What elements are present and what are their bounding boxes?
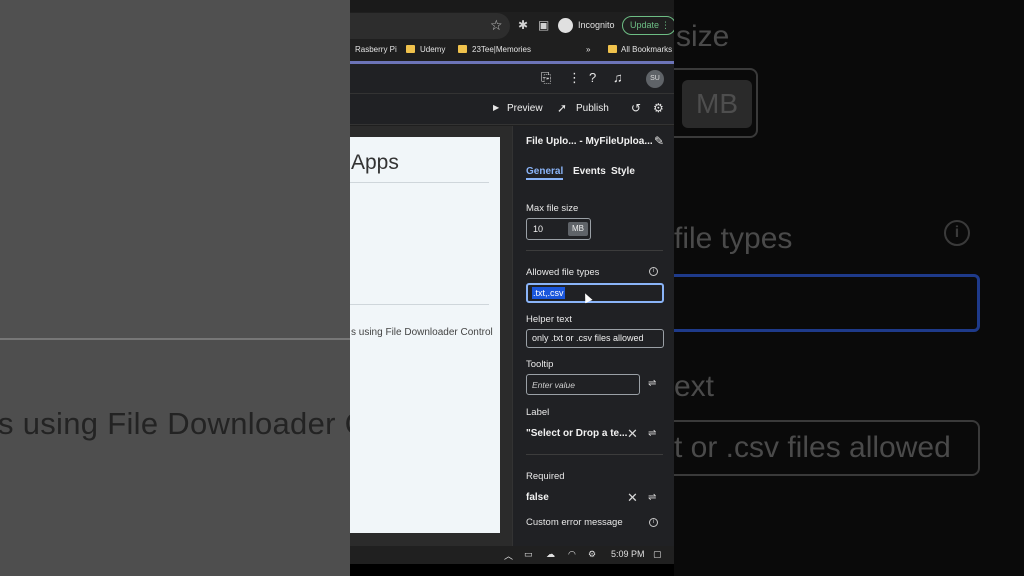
background-right: size MB file types i ext t or .csv files… [674, 0, 1024, 576]
wifi-icon[interactable]: ◠ [568, 549, 576, 560]
background-left-top [0, 0, 350, 340]
side-panel-icon[interactable]: ▣ [538, 18, 549, 32]
section-divider [526, 250, 663, 251]
bookmarks-overflow[interactable]: » [586, 45, 590, 54]
notification-icon[interactable]: ▢ [653, 549, 662, 560]
canvas-description: s using File Downloader Control [351, 327, 493, 338]
allowed-file-types-input[interactable]: .txt,.csv [526, 283, 664, 303]
background-left-text: s using File Downloader C [0, 406, 350, 441]
tab-events[interactable]: Events [573, 166, 606, 177]
update-button[interactable]: Update ⋮ [622, 16, 674, 35]
settings-icon[interactable]: ⚙ [588, 549, 596, 560]
app-header: ⎘ ⋮ ? ♫ SU [350, 64, 674, 94]
max-file-size-unit: MB [568, 222, 588, 236]
bell-icon[interactable]: ♫ [613, 70, 623, 85]
help-icon[interactable]: ? [589, 70, 596, 85]
feedback-icon[interactable]: ⎘ [541, 70, 551, 86]
info-icon[interactable]: i [649, 267, 658, 276]
preview-button[interactable]: Preview [507, 103, 543, 114]
clock-time[interactable]: 5:09 PM [611, 549, 645, 559]
bookmark-item[interactable]: Rasberry Pi [355, 45, 397, 54]
bookmark-star-icon[interactable]: ☆ [490, 17, 503, 34]
app-canvas: Apps s using File Downloader Control [350, 137, 500, 533]
background-info-icon: i [944, 220, 970, 246]
background-right-ext: ext [674, 370, 715, 403]
tooltip-label: Tooltip [526, 359, 554, 370]
more-vert-icon[interactable]: ⋮ [568, 70, 581, 86]
background-right-size: size [676, 20, 730, 53]
helper-text-label: Helper text [526, 314, 572, 325]
tab-general[interactable]: General [526, 166, 564, 180]
extensions-icon[interactable]: ✱ [518, 18, 528, 32]
tooltip-input[interactable]: Enter value [526, 374, 640, 395]
section-divider [526, 454, 663, 455]
binding-icon[interactable]: ⇌ [648, 378, 656, 389]
background-right-highlight-box [674, 274, 980, 332]
publish-button[interactable]: Publish [576, 103, 609, 114]
label-value[interactable]: "Select or Drop a te... [526, 428, 627, 439]
tab-style[interactable]: Style [611, 166, 635, 177]
play-icon: ▶ [493, 103, 500, 112]
background-right-file-types: file types [674, 222, 793, 255]
max-file-size-value: 10 [533, 224, 544, 234]
rocket-icon: ➚ [557, 101, 568, 115]
canvas-divider [350, 182, 489, 183]
label-label: Label [526, 407, 550, 418]
close-icon[interactable]: ✕ [627, 426, 638, 442]
required-label: Required [526, 471, 565, 482]
binding-icon[interactable]: ⇌ [648, 428, 656, 439]
bookmarks-bar: Rasberry Pi Udemy 23Tee|Memories » All B… [350, 40, 674, 61]
bookmark-item[interactable]: 23Tee|Memories [472, 45, 531, 54]
history-icon[interactable]: ↺ [631, 101, 641, 115]
cloud-icon[interactable]: ☁ [546, 549, 555, 560]
background-right-mb: MB [682, 80, 752, 128]
bookmark-item[interactable]: Udemy [420, 45, 445, 54]
helper-text-input[interactable]: only .txt or .csv files allowed [526, 329, 664, 348]
binding-icon[interactable]: ⇌ [648, 492, 656, 503]
folder-icon [608, 45, 617, 53]
max-file-size-label: Max file size [526, 203, 579, 214]
tooltip-placeholder: Enter value [532, 380, 575, 390]
battery-icon[interactable]: ▭ [524, 549, 533, 560]
update-label: Update [630, 20, 660, 30]
more-vert-icon[interactable]: ⋮ [661, 17, 670, 34]
gear-icon[interactable]: ⚙ [653, 101, 664, 115]
pencil-icon[interactable]: ✎ [654, 134, 664, 148]
folder-icon [458, 45, 467, 53]
screen: s using File Downloader C size MB file t… [0, 0, 1024, 576]
incognito-icon [558, 18, 573, 33]
background-left-divider [0, 338, 350, 340]
background-left: s using File Downloader C [0, 0, 350, 576]
chevron-up-icon[interactable]: ︿ [504, 549, 513, 562]
canvas-title: Apps [351, 151, 399, 174]
panel-title: File Uplo... - MyFileUploa... [526, 136, 653, 147]
bottom-bar [350, 564, 674, 576]
allowed-file-types-value: .txt,.csv [532, 287, 565, 299]
address-bar[interactable] [350, 13, 510, 39]
browser-titlebar [350, 0, 674, 12]
allowed-file-types-label: Allowed file types [526, 267, 600, 278]
taskbar: ︿ ▭ ☁ ◠ ⚙ 5:09 PM ▢ [350, 546, 674, 564]
app-window: ☆ ✱ ▣ Incognito Update ⋮ Rasberry Pi Ude… [350, 0, 674, 576]
close-icon[interactable]: ✕ [627, 490, 638, 506]
editor-toolbar: ▶ Preview ➚ Publish ↺ ⚙ [350, 94, 674, 125]
properties-panel: File Uplo... - MyFileUploa... ✎ General … [512, 126, 674, 546]
all-bookmarks[interactable]: All Bookmarks [621, 45, 672, 54]
background-right-allowed: t or .csv files allowed [674, 431, 951, 464]
info-icon[interactable]: i [649, 518, 658, 527]
helper-text-value: only .txt or .csv files allowed [532, 333, 644, 343]
required-value[interactable]: false [526, 492, 549, 503]
folder-icon [406, 45, 415, 53]
max-file-size-input[interactable]: 10 MB [526, 218, 591, 240]
custom-error-label: Custom error message [526, 517, 623, 528]
incognito-label: Incognito [578, 20, 615, 30]
avatar[interactable]: SU [646, 70, 664, 88]
canvas-divider [350, 304, 489, 305]
